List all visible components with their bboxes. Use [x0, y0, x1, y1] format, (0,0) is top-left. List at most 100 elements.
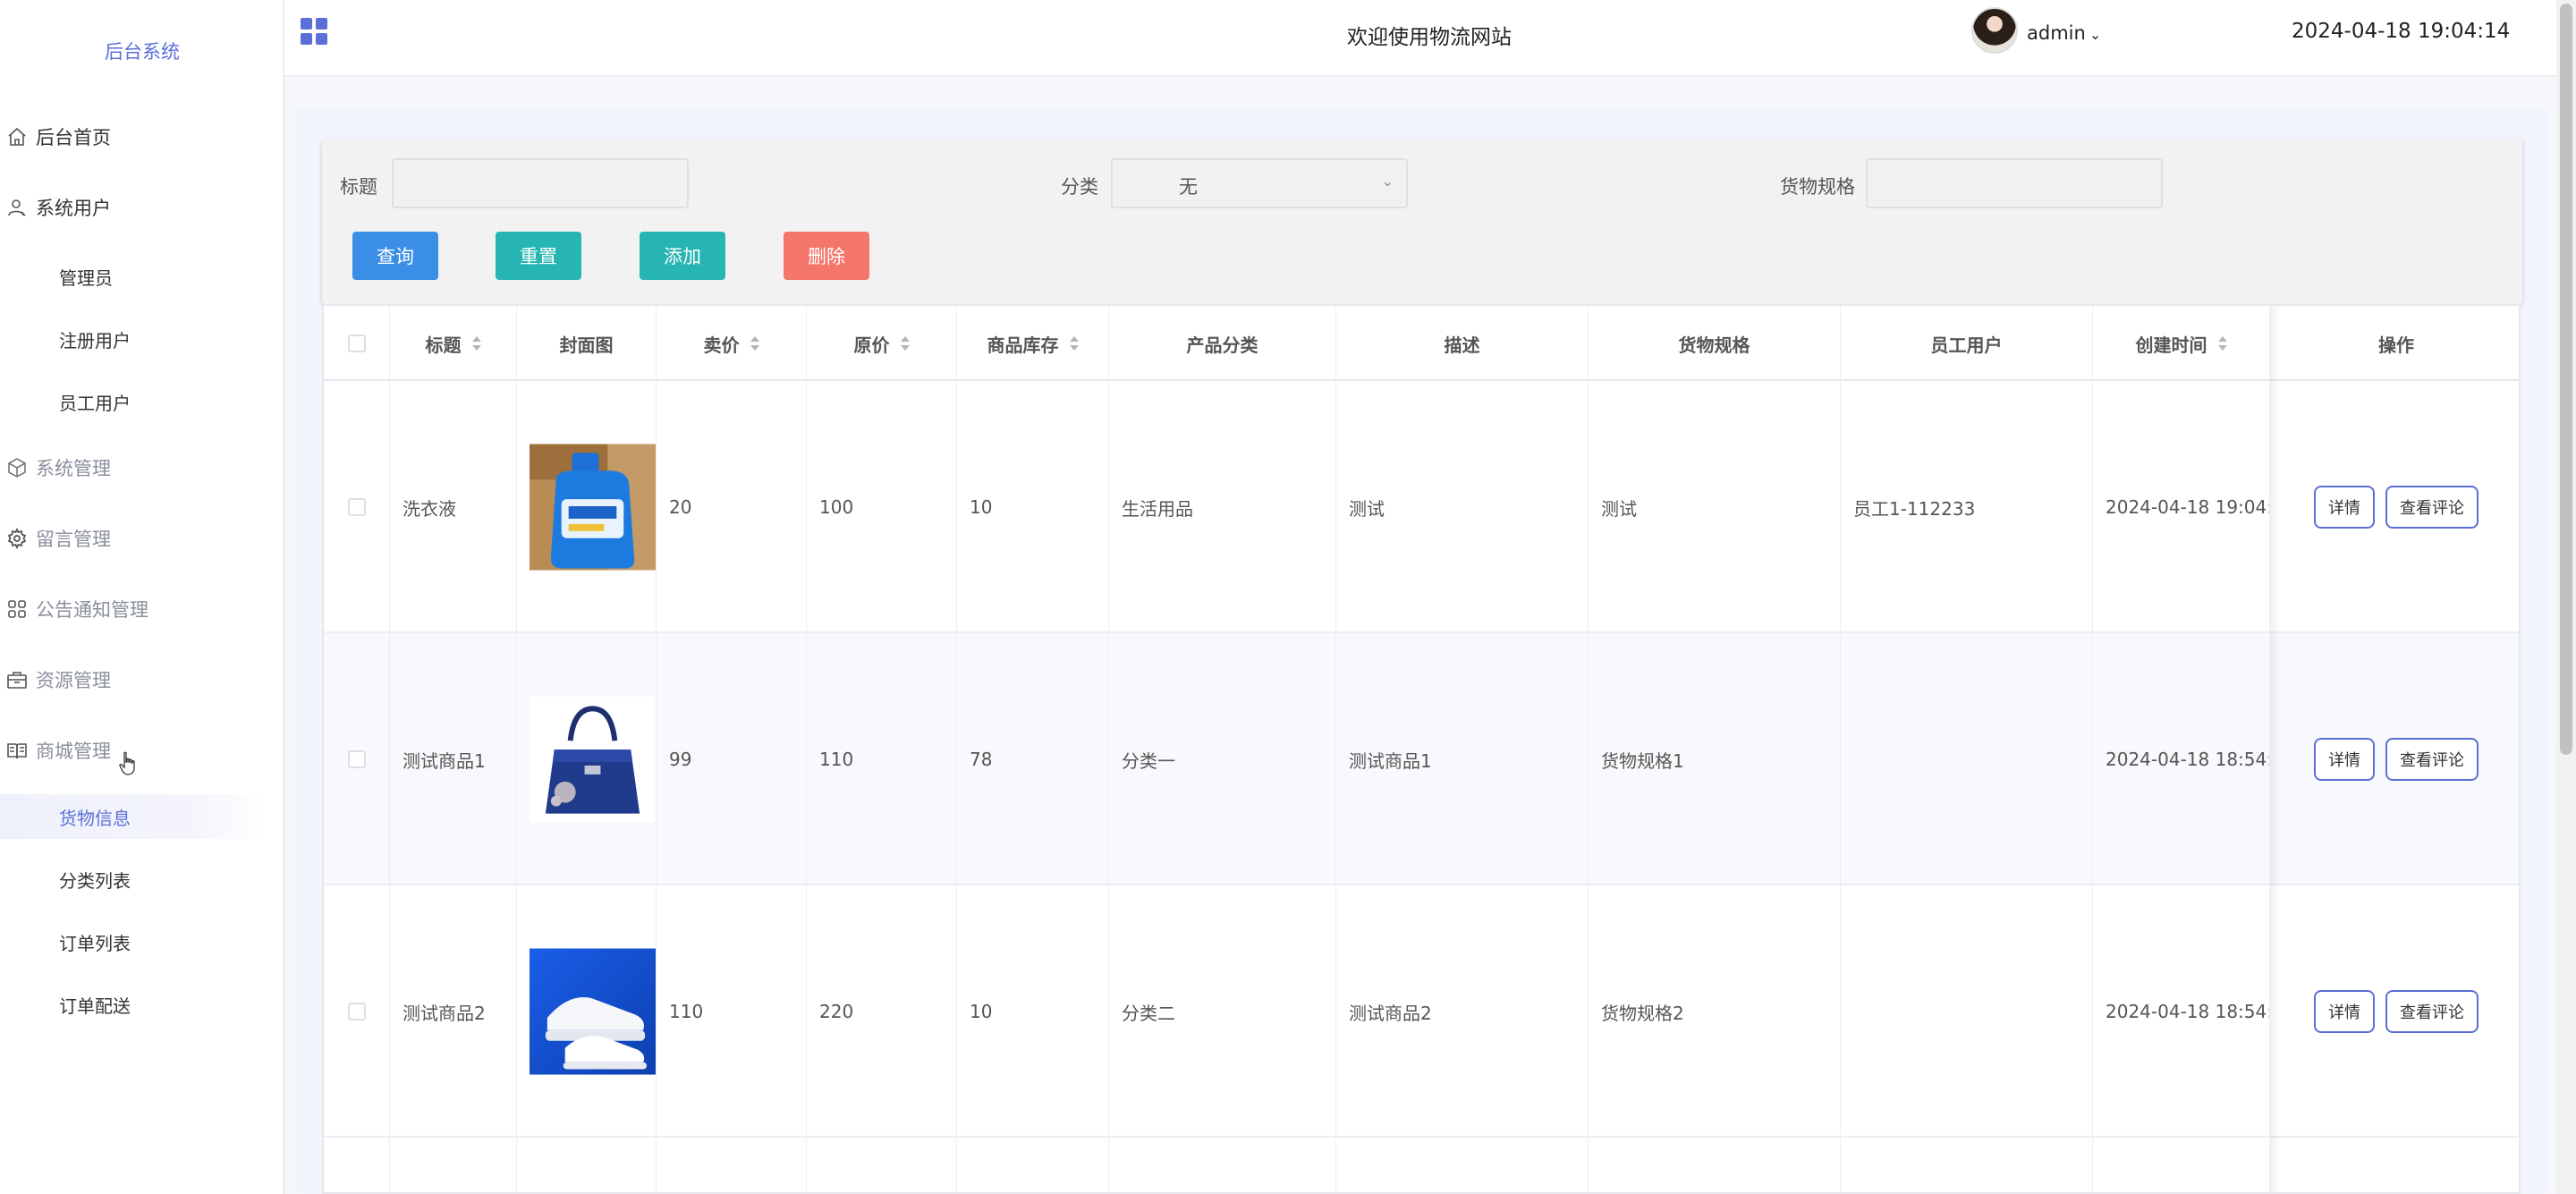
select-all-cell — [324, 306, 390, 381]
col-actions: 操作 — [2378, 334, 2414, 356]
page-scrollbar[interactable] — [2556, 0, 2576, 1194]
sidebar-item-messages[interactable]: 留言管理 — [0, 518, 284, 559]
detail-button[interactable]: 详情 — [2314, 738, 2375, 781]
spec-input[interactable] — [1866, 158, 2163, 208]
home-icon — [5, 125, 29, 148]
sort-icon[interactable] — [2217, 336, 2227, 351]
row-checkbox[interactable] — [347, 750, 366, 768]
view-reviews-button[interactable]: 查看评论 — [2385, 738, 2479, 781]
cube-icon — [5, 456, 29, 479]
sidebar: 后台系统 后台首页 系统用户 管理员 注册用户 员工用户 系统管理 留言管理 公… — [0, 0, 284, 1194]
cell-staff — [1841, 633, 2093, 885]
col-stock[interactable]: 商品库存 — [957, 306, 1109, 381]
cell-title: 测试商品1 — [390, 633, 517, 885]
col-title[interactable]: 标题 — [390, 306, 517, 381]
query-button[interactable]: 查询 — [352, 232, 438, 280]
table-row: 测试商品1 99 110 78 分类一 测试商品1 货物规格1 2024-04-… — [324, 633, 2519, 885]
row-checkbox[interactable] — [347, 498, 366, 516]
cell-title: 洗衣液 — [390, 381, 517, 633]
title-input[interactable] — [392, 158, 689, 208]
col-created[interactable]: 创建时间 — [2093, 306, 2270, 381]
cell-actions: 详情 查看评论 — [2270, 381, 2519, 633]
avatar[interactable] — [1971, 7, 2018, 54]
handbag-image — [530, 696, 656, 823]
sidebar-brand: 后台系统 — [105, 41, 180, 63]
menu-toggle-icon[interactable] — [301, 18, 329, 47]
cell-actions: 详情 查看评论 — [2270, 885, 2519, 1138]
sort-icon[interactable] — [1069, 336, 1079, 351]
user-menu[interactable]: admin ⌄ — [2027, 22, 2101, 44]
scrollbar-thumb[interactable] — [2560, 4, 2572, 755]
col-price[interactable]: 卖价 — [657, 306, 807, 381]
cell-spec — [1589, 1138, 1841, 1192]
cell-price: 20 — [657, 381, 807, 633]
briefcase-icon — [5, 668, 29, 691]
col-cover: 封面图 — [517, 306, 657, 381]
spec-label: 货物规格 — [1780, 176, 1855, 198]
sidebar-item-admin[interactable]: 管理员 — [0, 254, 284, 299]
cell-description: 测试商品1 — [1336, 633, 1589, 885]
cell-actions: 详情 查看评论 — [2270, 633, 2519, 885]
table-header: 标题 封面图 卖价 原价 商品库存 产品分类 描述 货物规格 员工用户 创建时间… — [324, 306, 2519, 381]
sidebar-item-notices[interactable]: 公告通知管理 — [0, 589, 284, 630]
cell-original-price: 100 — [807, 381, 957, 633]
cell-staff — [1841, 1138, 2093, 1192]
cell-created: 2024-04-18 18:54:48 — [2093, 885, 2270, 1138]
row-select-cell — [324, 633, 390, 885]
sidebar-item-resources[interactable]: 资源管理 — [0, 659, 284, 700]
view-reviews-button[interactable]: 查看评论 — [2385, 486, 2479, 529]
view-reviews-button[interactable]: 查看评论 — [2385, 990, 2479, 1033]
delete-button[interactable]: 删除 — [784, 232, 869, 280]
category-select[interactable]: 无 ⌄ — [1111, 158, 1408, 208]
title-label: 标题 — [340, 176, 377, 198]
sidebar-item-registered-users[interactable]: 注册用户 — [0, 317, 284, 361]
detail-button[interactable]: 详情 — [2314, 486, 2375, 529]
sidebar-item-order-list[interactable]: 订单列表 — [0, 919, 284, 964]
cell-stock — [957, 1138, 1109, 1192]
add-button[interactable]: 添加 — [640, 232, 725, 280]
cell-created — [2093, 1138, 2270, 1192]
sidebar-item-label: 留言管理 — [36, 529, 111, 550]
cell-category — [1109, 1138, 1336, 1192]
cell-title: 测试商品2 — [390, 885, 517, 1138]
sidebar-item-system-management[interactable]: 系统管理 — [0, 447, 284, 488]
sidebar-item-category-list[interactable]: 分类列表 — [0, 857, 284, 902]
sidebar-item-system-users[interactable]: 系统用户 — [0, 187, 284, 228]
sidebar-item-mall[interactable]: 商城管理 — [0, 730, 284, 771]
sort-icon[interactable] — [750, 336, 759, 351]
fixed-column-shadow — [2270, 306, 2281, 1192]
category-select-value: 无 — [1179, 176, 1198, 198]
sidebar-item-goods-info[interactable]: 货物信息 — [0, 794, 268, 839]
cell-spec: 货物规格1 — [1589, 633, 1841, 885]
row-select-cell — [324, 381, 390, 633]
cell-description: 测试 — [1336, 381, 1589, 633]
sort-icon[interactable] — [471, 336, 481, 351]
grid-icon — [5, 597, 29, 621]
top-header: 欢迎使用物流网站 admin ⌄ 2024-04-18 19:04:14 — [284, 0, 2556, 77]
cell-original-price: 110 — [807, 633, 957, 885]
table-row — [324, 1138, 2519, 1192]
sidebar-item-label: 商城管理 — [36, 741, 111, 762]
sidebar-item-label: 后台首页 — [36, 127, 111, 148]
sidebar-item-staff-users[interactable]: 员工用户 — [0, 379, 284, 424]
col-original-price[interactable]: 原价 — [807, 306, 957, 381]
cell-staff — [1841, 885, 2093, 1138]
sidebar-item-order-delivery[interactable]: 订单配送 — [0, 982, 284, 1027]
table-row: 洗衣液 20 100 10 生活用品 测试 测试 员工1-112233 2024… — [324, 381, 2519, 633]
detergent-image — [530, 444, 656, 571]
row-select-cell — [324, 1138, 390, 1192]
reset-button[interactable]: 重置 — [496, 232, 581, 280]
goods-table: 标题 封面图 卖价 原价 商品库存 产品分类 描述 货物规格 员工用户 创建时间… — [322, 304, 2521, 1194]
detail-button[interactable]: 详情 — [2314, 990, 2375, 1033]
row-select-cell — [324, 885, 390, 1138]
select-all-checkbox[interactable] — [347, 334, 366, 352]
cell-cover — [517, 633, 657, 885]
cell-stock: 10 — [957, 381, 1109, 633]
cell-original-price: 220 — [807, 885, 957, 1138]
sort-icon[interactable] — [900, 336, 910, 351]
cell-category: 生活用品 — [1109, 381, 1336, 633]
sidebar-item-label: 系统用户 — [36, 198, 111, 219]
sidebar-item-home[interactable]: 后台首页 — [0, 116, 284, 157]
cell-description: 测试商品2 — [1336, 885, 1589, 1138]
row-checkbox[interactable] — [347, 1003, 366, 1020]
